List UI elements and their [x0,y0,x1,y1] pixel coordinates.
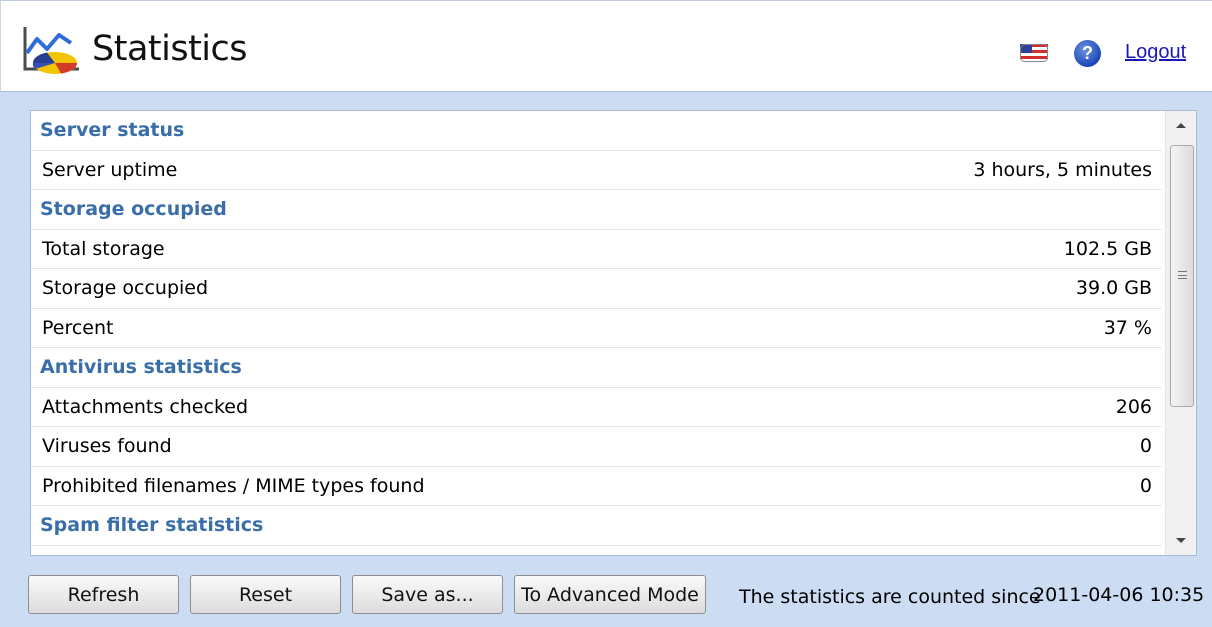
table-row: Percent 37 % [31,309,1162,348]
statistics-since-label: The statistics are counted since [739,586,1041,608]
table-row: Total storage 102.5 GB [31,230,1162,269]
section-server-status: Server status [31,111,1162,151]
advanced-mode-button[interactable]: To Advanced Mode [514,575,706,614]
header: Statistics ? Logout [0,1,1212,91]
section-title: Antivirus statistics [40,356,242,379]
table-row: Attachments checked 206 [31,388,1162,427]
section-storage-occupied: Storage occupied [31,190,1162,230]
vertical-scrollbar[interactable] [1165,111,1196,555]
row-value: 206 [1115,395,1152,418]
row-label: Prohibited filenames / MIME types found [42,474,425,497]
help-icon[interactable]: ? [1074,40,1101,67]
row-value: 0 [1139,474,1152,497]
content-area: Server status Server uptime 3 hours, 5 m… [0,91,1212,627]
scroll-down-arrow-icon[interactable] [1166,525,1196,555]
statistics-window: Statistics ? Logout Server status Server… [0,0,1212,627]
row-value: 102.5 GB [1063,237,1152,260]
statistics-since-date: 2011-04-06 10:35 [1033,584,1205,606]
scroll-thumb[interactable] [1170,145,1194,407]
section-antivirus-statistics: Antivirus statistics [31,348,1162,388]
statistics-panel: Server status Server uptime 3 hours, 5 m… [30,110,1197,556]
refresh-button[interactable]: Refresh [28,575,179,614]
statistics-list: Server status Server uptime 3 hours, 5 m… [31,111,1162,546]
table-row: Viruses found 0 [31,427,1162,467]
row-label: Viruses found [42,435,172,458]
row-value: 0 [1139,435,1152,458]
row-value: 3 hours, 5 minutes [973,158,1152,181]
row-label: Total storage [42,237,165,260]
save-as-button[interactable]: Save as... [352,575,503,614]
row-label: Percent [42,316,114,339]
logout-link[interactable]: Logout [1125,41,1186,64]
statistics-chart-icon [23,27,79,74]
section-title: Spam filter statistics [40,514,264,537]
row-label: Attachments checked [42,395,249,418]
section-title: Storage occupied [40,198,227,221]
us-flag-icon[interactable] [1020,44,1048,62]
reset-button[interactable]: Reset [190,575,341,614]
section-spam-filter-statistics: Spam filter statistics [31,506,1162,546]
section-title: Server status [40,119,185,142]
grip-icon [1178,271,1187,279]
row-value: 37 % [1103,316,1152,339]
table-row: Server uptime 3 hours, 5 minutes [31,151,1162,190]
row-value: 39.0 GB [1075,277,1152,300]
row-label: Server uptime [42,158,178,181]
table-row: Prohibited filenames / MIME types found … [31,467,1162,506]
page-title: Statistics [92,29,248,69]
scroll-up-arrow-icon[interactable] [1166,111,1196,141]
table-row: Storage occupied 39.0 GB [31,269,1162,309]
row-label: Storage occupied [42,277,209,300]
